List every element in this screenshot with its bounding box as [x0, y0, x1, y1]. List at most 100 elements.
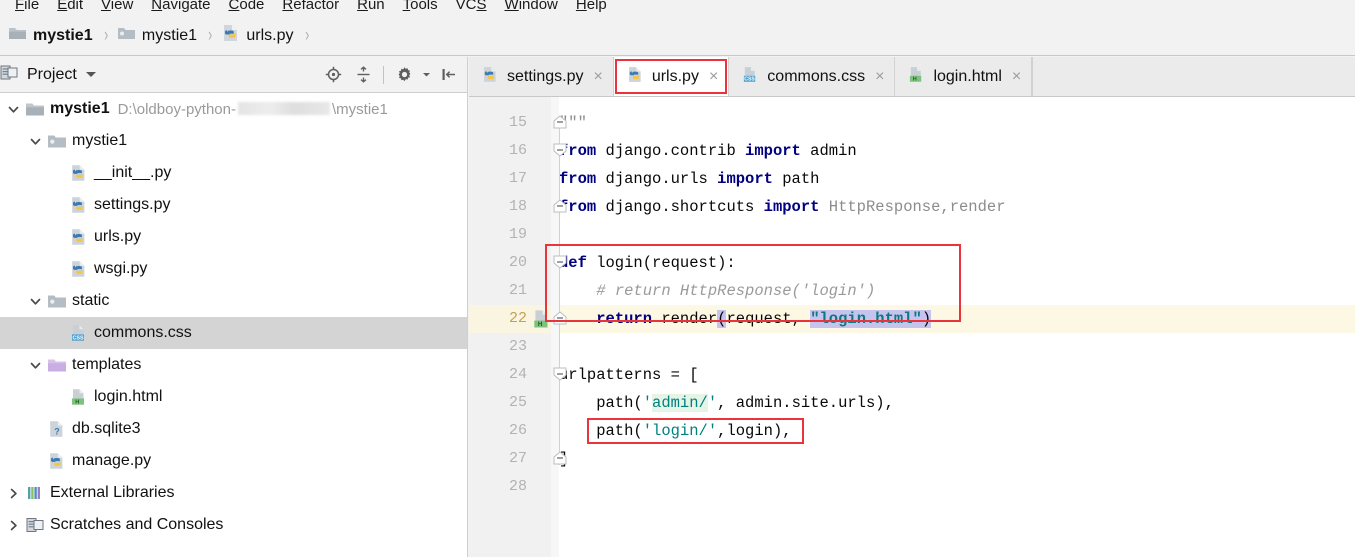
- tree-node-manage-py[interactable]: manage.py: [0, 445, 467, 477]
- breadcrumb: mystie1 › mystie1 › urls.py ›: [0, 16, 1355, 56]
- menu-tools[interactable]: Tools: [394, 0, 447, 13]
- menu-run[interactable]: Run: [348, 0, 394, 13]
- tree-node--init-py[interactable]: __init__.py: [0, 157, 467, 189]
- menu-view[interactable]: View: [92, 0, 142, 13]
- tree-node-external-libraries[interactable]: External Libraries: [0, 477, 467, 509]
- tree-node-urls-py[interactable]: urls.py: [0, 221, 467, 253]
- tree-node-mystie1[interactable]: mystie1 D:\oldboy-python- \mystie1: [0, 93, 467, 125]
- html-file-icon[interactable]: H: [531, 309, 553, 329]
- menu-vcs[interactable]: VCS: [447, 0, 496, 13]
- gear-dropdown-icon[interactable]: [421, 62, 431, 88]
- collapse-all-icon[interactable]: [350, 62, 376, 88]
- svg-text:?: ?: [54, 427, 60, 437]
- fold-region-end-icon[interactable]: [553, 115, 567, 129]
- menu-window[interactable]: Window: [496, 0, 567, 13]
- tree-node-commons-css[interactable]: CSS commons.css: [0, 317, 467, 349]
- tree-node-scratches-and-consoles[interactable]: Scratches and Consoles: [0, 509, 467, 541]
- code-line[interactable]: return render(request, "login.html"): [559, 305, 932, 333]
- project-tree[interactable]: mystie1 D:\oldboy-python- \mystie1 mystie1 _…: [0, 93, 468, 557]
- locate-target-icon[interactable]: [320, 62, 346, 88]
- hide-panel-icon[interactable]: [435, 62, 461, 88]
- editor-gutter[interactable]: 15 16 17 18 19 20 21 22 23 24 25 26 27 28 H: [469, 97, 559, 557]
- close-icon[interactable]: ×: [875, 68, 884, 85]
- folder-icon: [24, 100, 46, 118]
- breadcrumb-label: mystie1: [141, 26, 198, 44]
- editor-tab-settings-py[interactable]: settings.py ×: [469, 57, 614, 96]
- tree-node-label: commons.css: [94, 324, 192, 341]
- breadcrumb-item-module[interactable]: mystie1: [117, 25, 197, 46]
- chevron-down-icon[interactable]: [2, 103, 24, 116]
- tree-node-label: templates: [72, 356, 142, 373]
- tree-node-label: Scratches and Consoles: [50, 516, 224, 533]
- tree-node-label: static: [72, 292, 110, 309]
- menu-edit[interactable]: Edit: [48, 0, 92, 13]
- libraries-icon: [24, 484, 46, 502]
- tree-node-login-html[interactable]: Hlogin.html: [0, 381, 467, 413]
- editor-tab-label: commons.css: [767, 67, 866, 85]
- code-line[interactable]: path('admin/', admin.site.urls),: [559, 389, 894, 417]
- chevron-down-icon[interactable]: [85, 72, 96, 77]
- folder-module-icon: [46, 292, 68, 310]
- fold-region-end-icon[interactable]: [553, 451, 567, 465]
- chevron-down-icon[interactable]: [24, 135, 46, 148]
- line-number: 25: [508, 394, 527, 411]
- tree-node-static[interactable]: static: [0, 285, 467, 317]
- close-icon[interactable]: ×: [1012, 68, 1021, 85]
- tree-node-label: mystie1: [72, 132, 128, 149]
- unknown-file-icon: ?: [46, 420, 68, 438]
- tree-node-label: __init__.py: [94, 164, 172, 181]
- tree-node-label: settings.py: [94, 196, 171, 213]
- breadcrumb-item-file[interactable]: urls.py: [221, 24, 294, 47]
- tree-node-path-tail: \mystie1: [332, 100, 388, 118]
- editor-tab-label: urls.py: [651, 67, 699, 85]
- css-file-icon: CSS: [741, 66, 760, 88]
- menu-bar: File Edit View Navigate Code Refactor Ru…: [0, 0, 1355, 16]
- code-line[interactable]: # return HttpResponse('login'): [559, 277, 875, 305]
- fold-region-start-icon[interactable]: [553, 255, 567, 269]
- gear-icon[interactable]: [391, 62, 417, 88]
- code-line[interactable]: def login(request):: [559, 249, 736, 277]
- redacted-path-segment: [238, 102, 330, 116]
- python-file-icon: [626, 66, 645, 88]
- fold-region-end-icon[interactable]: [553, 311, 567, 325]
- tree-node-mystie1[interactable]: mystie1: [0, 125, 467, 157]
- fold-region-start-icon[interactable]: [553, 143, 567, 157]
- tree-node-settings-py[interactable]: settings.py: [0, 189, 467, 221]
- line-number: 18: [508, 198, 527, 215]
- code-editor[interactable]: 15 16 17 18 19 20 21 22 23 24 25 26 27 28 H """ from dj…: [469, 97, 1355, 557]
- close-icon[interactable]: ×: [709, 68, 718, 85]
- scratches-icon: [24, 516, 46, 534]
- code-line[interactable]: from django.urls import path: [559, 165, 819, 193]
- code-line[interactable]: from django.shortcuts import HttpRespons…: [559, 193, 1006, 221]
- breadcrumb-item-project[interactable]: mystie1: [8, 25, 93, 46]
- tree-node-wsgi-py[interactable]: wsgi.py: [0, 253, 467, 285]
- code-line[interactable]: urlpatterns = [: [559, 361, 699, 389]
- code-line[interactable]: from django.contrib import admin: [559, 137, 857, 165]
- menu-navigate[interactable]: Navigate: [142, 0, 219, 13]
- svg-text:H: H: [913, 76, 917, 82]
- fold-region-start-icon[interactable]: [553, 367, 567, 381]
- chevron-right-icon[interactable]: [2, 519, 24, 532]
- tree-node-templates[interactable]: templates: [0, 349, 467, 381]
- editor-tab-urls-py[interactable]: urls.py ×: [613, 57, 730, 96]
- editor-tab-login-html[interactable]: Hlogin.html ×: [895, 57, 1033, 96]
- fold-region-end-icon[interactable]: [553, 199, 567, 213]
- code-fold-guide: [559, 125, 560, 465]
- chevron-right-icon[interactable]: [2, 487, 24, 500]
- tree-node-db-sqlite3[interactable]: ? db.sqlite3: [0, 413, 467, 445]
- tree-node-label: wsgi.py: [94, 260, 148, 277]
- code-line[interactable]: path('login/',login),: [559, 417, 791, 445]
- chevron-down-icon[interactable]: [24, 359, 46, 372]
- editor-tab-label: login.html: [933, 67, 1002, 85]
- pycharm-window: File Edit View Navigate Code Refactor Ru…: [0, 0, 1355, 557]
- python-file-icon: [68, 196, 90, 214]
- menu-file[interactable]: File: [6, 0, 48, 13]
- close-icon[interactable]: ×: [593, 68, 602, 85]
- menu-code[interactable]: Code: [220, 0, 274, 13]
- line-number: 24: [508, 366, 527, 383]
- folder-module-icon: [46, 132, 68, 150]
- menu-refactor[interactable]: Refactor: [273, 0, 348, 13]
- chevron-down-icon[interactable]: [24, 295, 46, 308]
- editor-tab-commons-css[interactable]: CSS commons.css ×: [729, 57, 896, 96]
- menu-help[interactable]: Help: [567, 0, 616, 13]
